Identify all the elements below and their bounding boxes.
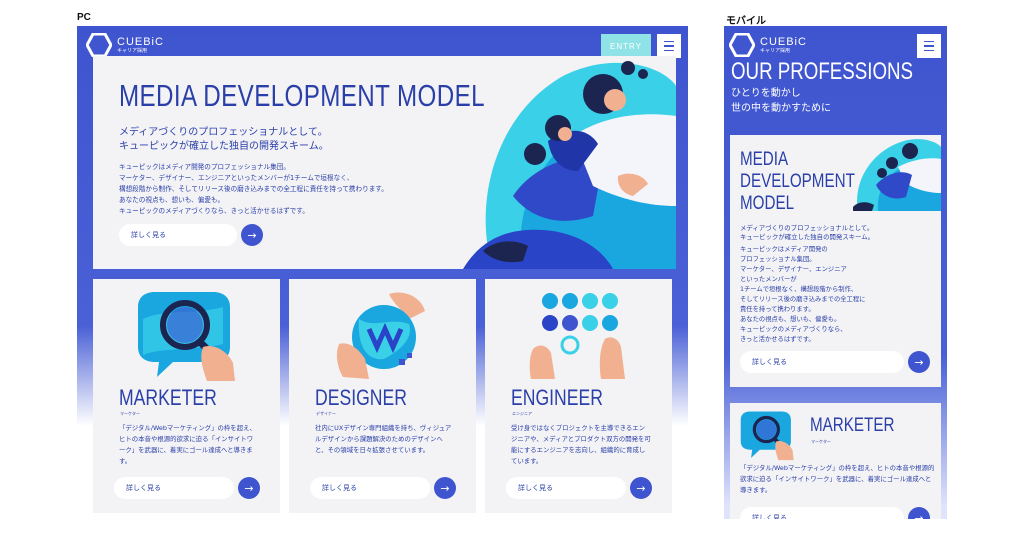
nodes-hands-icon (529, 293, 625, 379)
pc-label: PC (77, 12, 91, 23)
more-button[interactable]: 詳しく見る (740, 351, 904, 373)
card-body: キューピックはメディア開発の プロフェッショナル集団。 マーケター、デザイナー、… (740, 246, 866, 343)
logo[interactable]: CUEBiC キャリア採用 (86, 33, 164, 57)
more-button[interactable]: 詳しく見る (740, 507, 904, 519)
engineer-card: ENGINEER エンジニア 受け身ではなくプロジェクトを主導できるエンジニアや… (485, 279, 672, 513)
card-title: ENGINEER (511, 385, 603, 410)
hero-lead: メディアづくりのプロフェッショナルとして。 キューピックが確立した独自の開発スキ… (119, 127, 329, 152)
card-description: 社内にUXデザイン専門組織を持ち、ヴィジュアルデザインから課題解決のためのデザイ… (315, 424, 452, 454)
brand-name: CUEBiC (117, 35, 164, 48)
logo-text: CUEBiC キャリア採用 (760, 35, 807, 54)
running-people-illustration (463, 61, 676, 269)
more-button[interactable]: 詳しく見る (114, 477, 234, 499)
mobile-screen: CUEBiC キャリア採用 OUR PROFESSIONS ひとりを動かし 世の… (724, 26, 947, 519)
marketer-more-link[interactable]: 詳しく見る → (114, 477, 260, 499)
magnifier-chat-icon (138, 292, 235, 381)
globe-hand-icon (336, 292, 425, 379)
brand-sub: キャリア採用 (760, 47, 791, 54)
card-subtitle: マーケター (120, 411, 140, 416)
more-button[interactable]: 詳しく見る (506, 477, 626, 499)
designer-card: DESIGNER デザイナー 社内にUXデザイン専門組織を持ち、ヴィジュアルデザ… (289, 279, 476, 513)
mobile-marketer-more-link[interactable]: 詳しく見る → (740, 507, 930, 519)
section-subtitle: ひとりを動かし 世の中を動かすために (731, 88, 831, 114)
designer-more-link[interactable]: 詳しく見る → (310, 477, 456, 499)
pc-screen: CUEBiC キャリア採用 ENTRY MEDIA DEVELOPMENT MO… (77, 26, 688, 519)
cuebic-logo-icon (86, 33, 112, 57)
card-title: MARKETER (119, 385, 217, 410)
arrow-right-icon[interactable]: → (908, 507, 930, 519)
media-development-card: MEDIA DEVELOPMENT MODEL メディアづくりのプロフェッショナ… (93, 56, 676, 269)
engineer-more-link[interactable]: 詳しく見る → (506, 477, 652, 499)
menu-icon[interactable] (657, 34, 681, 58)
more-button[interactable]: 詳しく見る (119, 224, 237, 246)
magnifier-chat-icon (740, 411, 794, 461)
card-title: MEDIA DEVELOPMENT MODEL (740, 149, 855, 214)
card-subtitle: マーケター (811, 439, 831, 444)
mobile-hero-more-link[interactable]: 詳しく見る → (740, 351, 930, 373)
arrow-right-icon[interactable]: → (434, 477, 456, 499)
hero-more-link[interactable]: 詳しく見る → (119, 224, 263, 246)
logo[interactable]: CUEBiC キャリア採用 (729, 33, 807, 57)
card-title: DESIGNER (315, 385, 407, 410)
logo-text: CUEBiC キャリア採用 (117, 35, 164, 54)
card-subtitle: デザイナー (316, 411, 336, 416)
entry-button[interactable]: ENTRY (601, 34, 651, 58)
running-people-illustration (853, 139, 941, 211)
hero-body: キューピックはメディア開発のプロフェッショナル集団。 マーケター、デザイナー、エ… (119, 163, 388, 215)
cuebic-logo-icon (729, 33, 755, 57)
brand-name: CUEBiC (760, 35, 807, 48)
arrow-right-icon[interactable]: → (908, 351, 930, 373)
card-subtitle: エンジニア (512, 411, 532, 416)
card-title: MARKETER (810, 415, 895, 436)
marketer-card: MARKETER マーケター 「デジタル/Webマーケティング」の枠を超え、ヒト… (93, 279, 280, 513)
card-description: 「デジタル/Webマーケティング」の枠を超え、ヒトの本音や根源的欲求に迫る「イン… (119, 424, 256, 465)
mobile-label: モバイル (726, 16, 766, 27)
media-development-card: MEDIA DEVELOPMENT MODEL メディアづくりのプロフェッショナ… (730, 135, 941, 387)
menu-icon[interactable] (917, 34, 941, 58)
arrow-right-icon[interactable]: → (241, 224, 263, 246)
marketer-card: MARKETER マーケター 「デジタル/Webマーケティング」の枠を超え、ヒト… (730, 403, 941, 519)
brand-sub: キャリア採用 (117, 47, 148, 54)
card-description: 「デジタル/Webマーケティング」の枠を超え、ヒトの本音や根源的欲求に迫る「イン… (740, 464, 935, 494)
section-title: OUR PROFESSIONS (731, 58, 914, 85)
arrow-right-icon[interactable]: → (630, 477, 652, 499)
card-lead: メディアづくりのプロフェッショナルとして。 キューピックが確立した独自の開発スキ… (740, 224, 875, 241)
more-button[interactable]: 詳しく見る (310, 477, 430, 499)
card-description: 受け身ではなくプロジェクトを主導できるエンジニアや、メディアとプロダクト双方の開… (511, 424, 651, 465)
hero-title: MEDIA DEVELOPMENT MODEL (119, 78, 485, 113)
arrow-right-icon[interactable]: → (238, 477, 260, 499)
